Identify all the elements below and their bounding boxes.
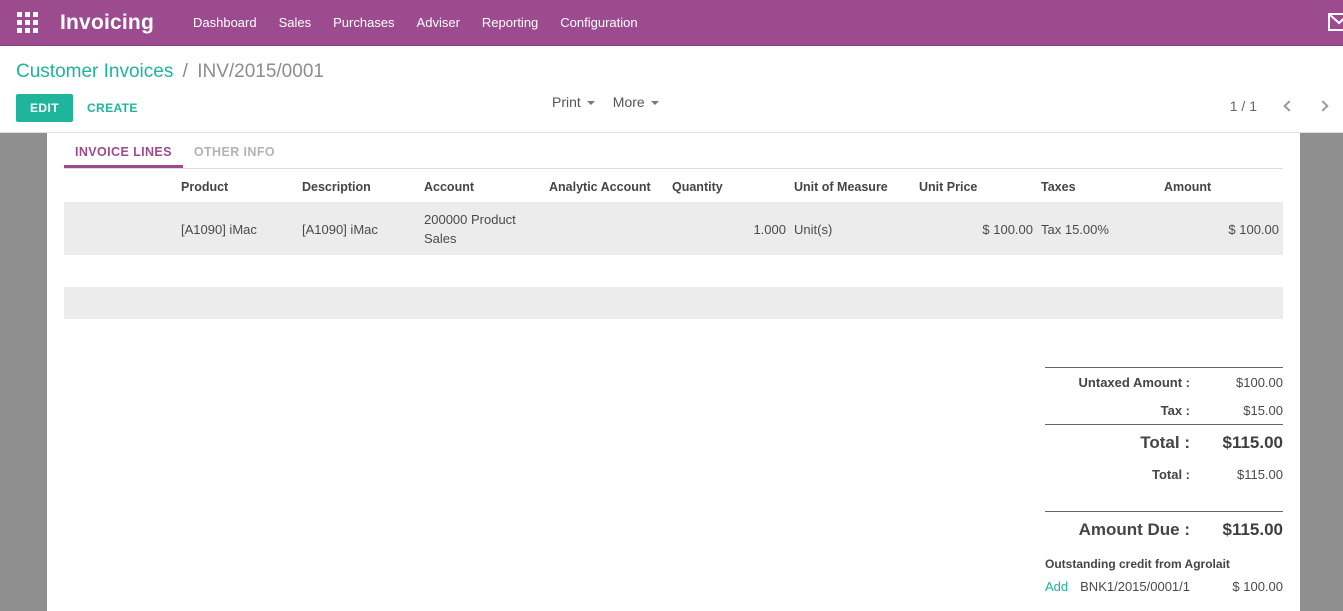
product-cell: [A1090] iMac [177,203,298,256]
nav-menu: Dashboard Sales Purchases Adviser Report… [182,0,649,46]
outstanding-credit-panel: Outstanding credit from Agrolait Add BNK… [1045,555,1283,594]
credit-reference: BNK1/2015/0001/1 [1080,579,1190,594]
total-row: Total : $115.00 [1045,425,1283,460]
empty-line-row[interactable] [64,287,1283,319]
print-dropdown-label: Print [552,94,581,110]
outstanding-credit-row: Add BNK1/2015/0001/1 $ 100.00 [1045,579,1283,594]
control-header: Customer Invoices / INV/2015/0001 EDIT C… [0,46,1343,133]
chevron-left-icon [1283,100,1294,111]
tab-invoice-lines[interactable]: INVOICE LINES [64,137,183,168]
amount-due-row: Amount Due : $115.00 [1045,512,1283,547]
credit-amount: $ 100.00 [1232,579,1283,594]
right-gutter [1300,133,1343,611]
row-spacer-cell [64,203,177,256]
column-header-account: Account [420,172,545,203]
amount-cell: $ 100.00 [1160,203,1283,256]
breadcrumb: Customer Invoices / INV/2015/0001 [0,46,1343,83]
outstanding-credit-title: Outstanding credit from Agrolait [1045,555,1283,579]
column-header-spacer [64,172,177,203]
untaxed-amount-label: Untaxed Amount : [1045,375,1190,390]
pager-count: 1 / 1 [1230,98,1257,114]
breadcrumb-current: INV/2015/0001 [197,61,324,82]
column-header-quantity: Quantity [668,172,790,203]
pager-next-button[interactable] [1313,92,1333,119]
secondary-total-value: $115.00 [1190,467,1283,482]
untaxed-amount-value: $100.00 [1190,375,1283,390]
nav-item-sales[interactable]: Sales [268,0,323,46]
analytic-account-cell [545,203,668,256]
breadcrumb-separator: / [183,61,188,82]
pager: 1 / 1 [1230,92,1333,119]
table-header-row: Product Description Account Analytic Acc… [64,172,1283,203]
nav-item-dashboard[interactable]: Dashboard [182,0,268,46]
secondary-total-row: Total : $115.00 [1045,460,1283,488]
untaxed-amount-row: Untaxed Amount : $100.00 [1045,368,1283,396]
account-cell: 200000 Product Sales [420,203,545,256]
unit-of-measure-cell: Unit(s) [790,203,915,256]
invoice-form-sheet: INVOICE LINES OTHER INFO Product Descrip… [47,133,1300,611]
column-header-amount: Amount [1160,172,1283,203]
more-dropdown[interactable]: More [613,94,659,110]
column-header-description: Description [298,172,420,203]
amount-due-label: Amount Due : [1045,520,1190,540]
nav-item-purchases[interactable]: Purchases [322,0,405,46]
column-header-product: Product [177,172,298,203]
total-value: $115.00 [1190,433,1283,453]
tax-label: Tax : [1045,403,1190,418]
nav-item-adviser[interactable]: Adviser [406,0,471,46]
left-gutter [0,133,47,611]
column-header-taxes: Taxes [1037,172,1160,203]
nav-item-reporting[interactable]: Reporting [471,0,549,46]
secondary-total-label: Total : [1045,467,1190,482]
print-dropdown[interactable]: Print [552,94,595,110]
taxes-cell: Tax 15.00% [1037,203,1160,256]
add-credit-link[interactable]: Add [1045,579,1068,594]
content-area: INVOICE LINES OTHER INFO Product Descrip… [0,133,1343,611]
totals-panel: Untaxed Amount : $100.00 Tax : $15.00 To… [1045,367,1283,547]
column-header-unit-price: Unit Price [915,172,1037,203]
caret-down-icon [651,101,659,105]
envelope-icon[interactable] [1328,13,1343,31]
unit-price-cell: $ 100.00 [915,203,1037,256]
create-button[interactable]: CREATE [87,101,138,115]
tab-other-info[interactable]: OTHER INFO [183,137,286,168]
column-header-analytic-account: Analytic Account [545,172,668,203]
description-cell: [A1090] iMac [298,203,420,256]
tax-row: Tax : $15.00 [1045,396,1283,424]
invoice-line-row[interactable]: [A1090] iMac [A1090] iMac 200000 Product… [64,203,1283,256]
breadcrumb-parent-link[interactable]: Customer Invoices [16,61,173,82]
column-header-unit-of-measure: Unit of Measure [790,172,915,203]
more-dropdown-label: More [613,94,645,110]
caret-down-icon [587,101,595,105]
nav-item-configuration[interactable]: Configuration [549,0,648,46]
invoice-lines-table: Product Description Account Analytic Acc… [64,172,1283,255]
notebook-tabs: INVOICE LINES OTHER INFO [64,137,1283,169]
total-label: Total : [1045,433,1190,453]
pager-prev-button[interactable] [1279,92,1299,119]
app-title: Invoicing [60,11,154,35]
chevron-right-icon [1317,100,1328,111]
amount-due-value: $115.00 [1190,520,1283,540]
edit-button[interactable]: EDIT [16,94,73,122]
quantity-cell: 1.000 [668,203,790,256]
apps-grid-icon[interactable] [17,12,38,33]
top-navbar: Invoicing Dashboard Sales Purchases Advi… [0,0,1343,46]
tax-value: $15.00 [1190,403,1283,418]
